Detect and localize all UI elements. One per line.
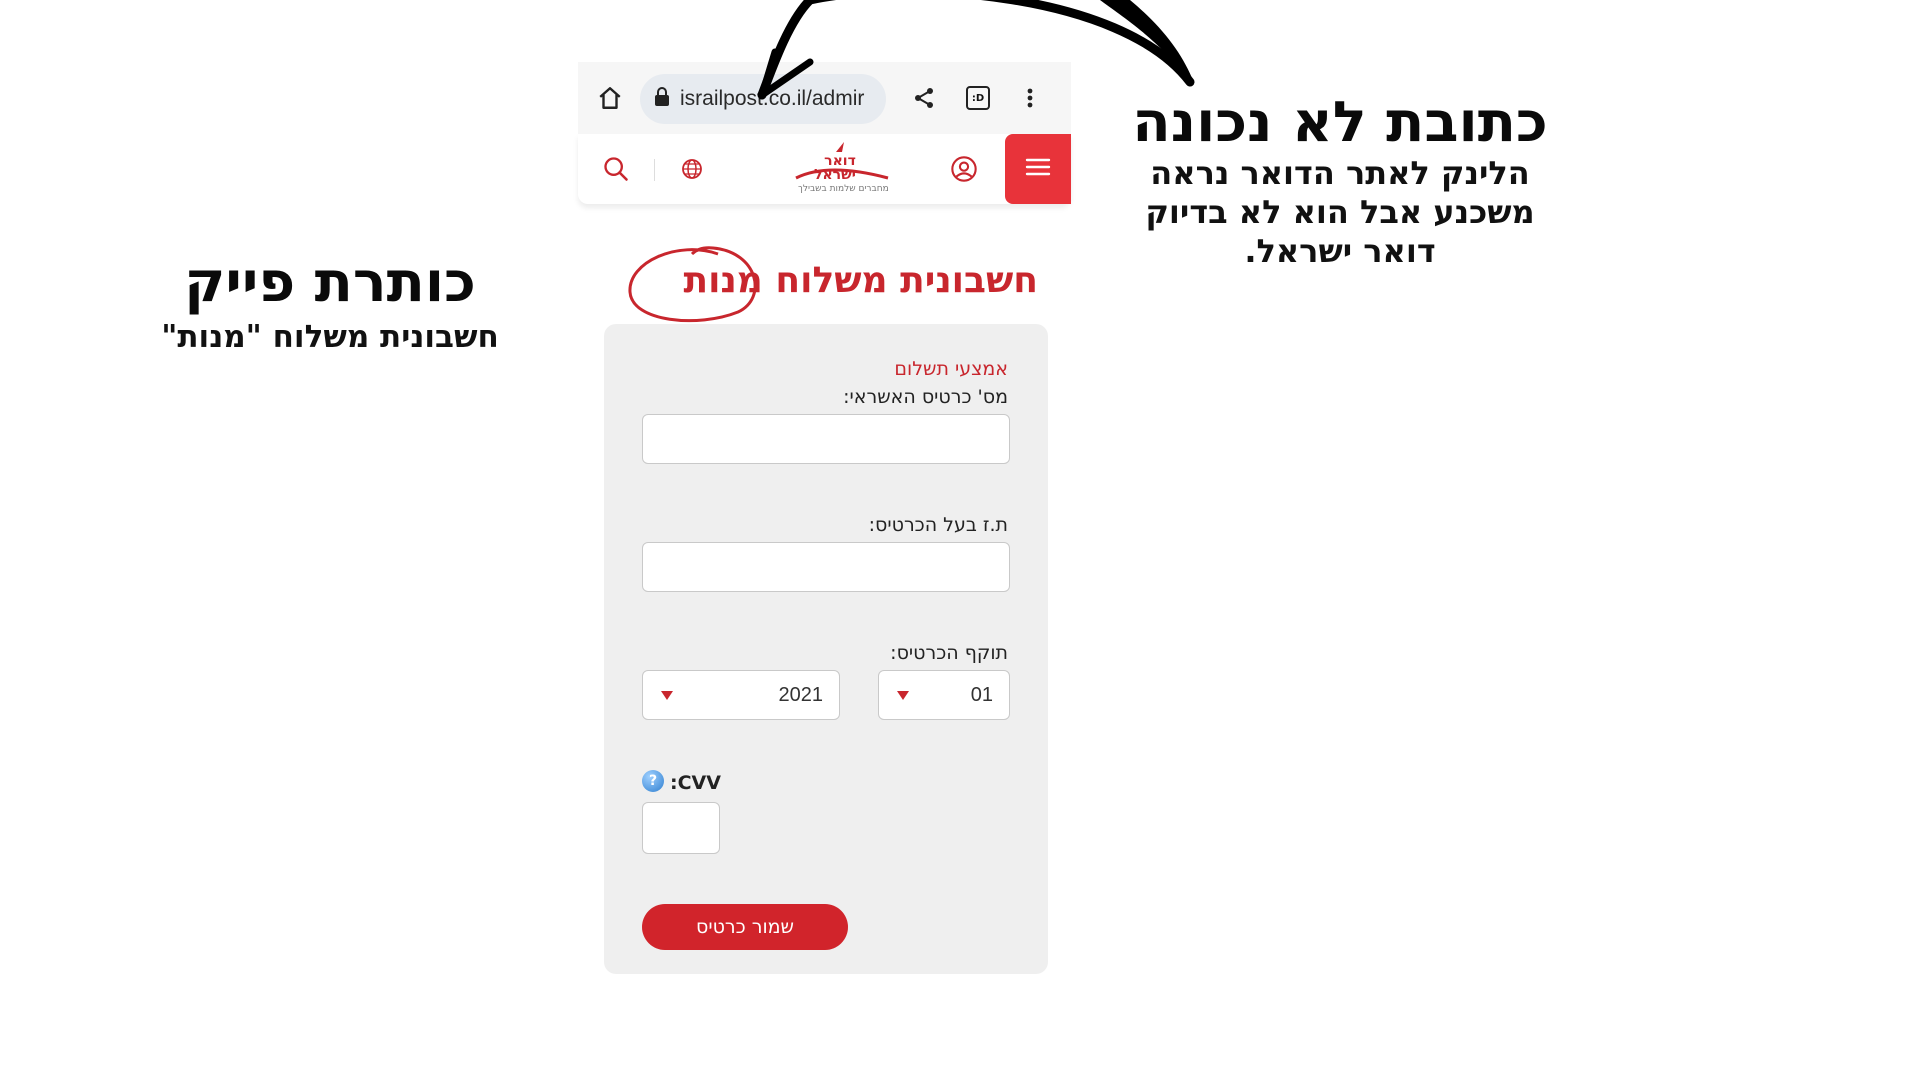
save-card-button[interactable]: שמור כרטיס [642,904,848,950]
annotation-wrong-address-title: כתובת לא נכונה [1132,90,1548,155]
card-number-input[interactable] [642,414,1010,464]
phone-screenshot: israilpost.co.il/admir :D דואר ישראל מחב… [578,62,1071,1060]
annotation-line: דואר ישראל. [1244,232,1436,270]
logo-text: דואר ישראל [814,154,856,182]
cvv-input[interactable] [642,802,720,854]
israel-post-logo[interactable]: דואר ישראל מחברים שלמות בשבילך [788,140,898,200]
lock-icon [654,87,670,111]
expiry-year-select[interactable]: 2021 [642,670,840,720]
logo-line: דואר [824,153,856,169]
expiry-year-value: 2021 [778,683,824,706]
expiry-month-value: 01 [970,683,993,706]
search-icon[interactable] [600,153,632,185]
annotation-line: הלינק לאתר הדואר נראה [1150,154,1530,192]
logo-tagline: מחברים שלמות בשבילך [798,184,889,194]
tabs-icon-label: :D [966,86,990,110]
browser-toolbar: israilpost.co.il/admir :D [578,62,1071,134]
section-label: אמצעי תשלום [894,358,1008,380]
chevron-down-icon [897,690,909,700]
home-icon[interactable] [594,82,626,114]
card-number-label: מס' כרטיס האשראי: [843,386,1008,408]
id-label: ת.ז בעל הכרטיס: [868,514,1008,536]
logo-line: ישראל [814,167,856,183]
globe-icon[interactable] [676,153,708,185]
more-vert-icon[interactable] [1014,82,1046,114]
tabs-icon[interactable]: :D [962,82,994,114]
title-highlight-circle [628,246,757,323]
share-icon[interactable] [908,82,940,114]
user-icon[interactable] [948,153,980,185]
annotation-wrong-address-text: הלינק לאתר הדואר נראה משכנע אבל הוא לא ב… [1130,154,1550,271]
site-header: דואר ישראל מחברים שלמות בשבילך [578,134,1071,204]
header-divider [654,159,655,181]
address-bar[interactable]: israilpost.co.il/admir [640,74,886,124]
menu-button[interactable] [1005,134,1071,204]
payment-form: אמצעי תשלום מס' כרטיס האשראי: ת.ז בעל הכ… [604,324,1048,974]
id-input[interactable] [642,542,1010,592]
annotation-fake-title: כותרת פייק חשבונית משלוח "מנות" [120,252,540,357]
menu-icon [1025,157,1051,181]
url-text: israilpost.co.il/admir [680,87,865,110]
cvv-label: :CVV [670,772,721,794]
annotation-fake-title-text: חשבונית משלוח "מנות" [161,319,499,355]
annotation-line: משכנע אבל הוא לא בדיוק [1145,193,1535,231]
help-icon[interactable]: ? [642,770,664,792]
chevron-down-icon [661,690,673,700]
expiry-label: תוקף הכרטיס: [890,642,1008,664]
expiry-month-select[interactable]: 01 [878,670,1010,720]
annotation-wrong-address: כתובת לא נכונה הלינק לאתר הדואר נראה משכ… [1130,92,1550,271]
annotation-fake-title-heading: כותרת פייק [184,250,476,315]
